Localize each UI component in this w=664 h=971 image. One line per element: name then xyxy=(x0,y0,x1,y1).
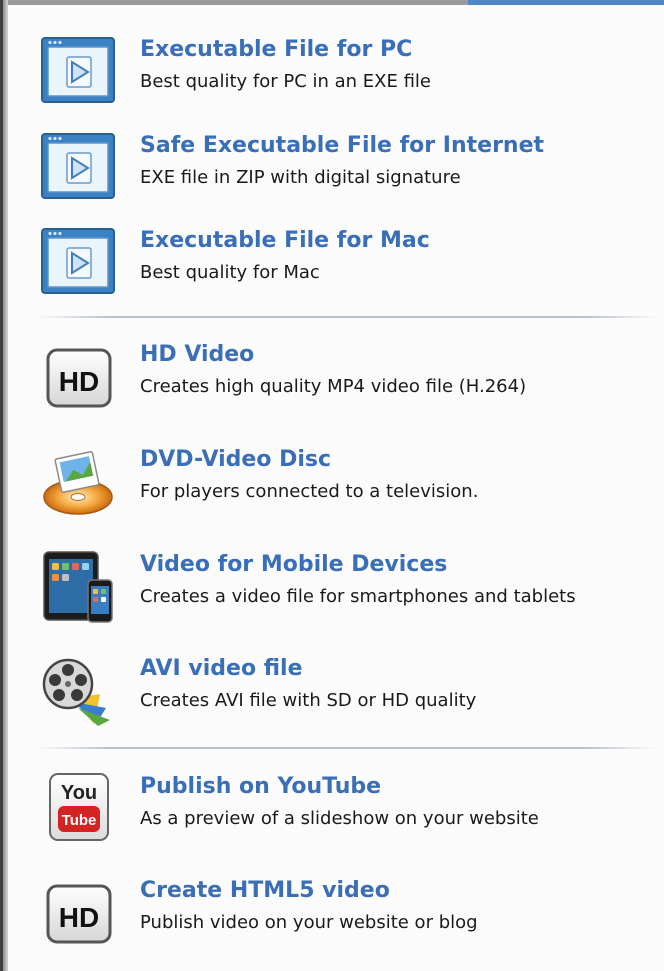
menu-item-title: Executable File for Mac xyxy=(140,228,430,253)
menu-item-description: Creates a video file for smartphones and… xyxy=(140,586,576,607)
menu-item-description: As a preview of a slideshow on your webs… xyxy=(140,808,539,829)
menu-item-title: HD Video xyxy=(140,342,255,367)
youtube-tube-label: Tube xyxy=(62,812,97,829)
menu-item-executable-mac[interactable]: Executable File for Mac Best quality for… xyxy=(40,226,660,306)
menu-item-executable-pc[interactable]: Executable File for PC Best quality for … xyxy=(40,35,660,115)
executable-window-icon xyxy=(41,228,115,294)
menu-item-executable-internet[interactable]: Safe Executable File for Internet EXE fi… xyxy=(40,131,660,211)
hd-icon: HD xyxy=(46,348,112,408)
menu-item-title: Video for Mobile Devices xyxy=(140,552,448,577)
menu-item-description: EXE file in ZIP with digital signature xyxy=(140,167,461,188)
hd-label: HD xyxy=(59,366,99,397)
dvd-disc-icon xyxy=(43,451,113,515)
menu-item-title: Create HTML5 video xyxy=(140,878,390,903)
menu-item-description: Creates high quality MP4 video file (H.2… xyxy=(140,376,527,397)
menu-left-border xyxy=(0,0,8,971)
menu-item-description: Best quality for Mac xyxy=(140,262,320,283)
menu-item-title: AVI video file xyxy=(140,656,303,681)
menu-item-description: Creates AVI file with SD or HD quality xyxy=(140,690,477,711)
menu-item-title: Executable File for PC xyxy=(140,37,413,62)
menu-separator xyxy=(36,747,658,749)
menu-item-title: Publish on YouTube xyxy=(140,774,382,799)
menu-item-html5-video[interactable]: HD Create HTML5 video Publish video on y… xyxy=(40,876,660,956)
hd-label: HD xyxy=(59,902,99,933)
film-reel-icon xyxy=(42,658,110,726)
menu-item-hd-video[interactable]: HD HD Video Creates high quality MP4 vid… xyxy=(40,340,660,420)
menu-item-title: DVD-Video Disc xyxy=(140,447,332,472)
executable-window-icon xyxy=(41,37,115,103)
menu-item-description: Best quality for PC in an EXE file xyxy=(140,71,431,92)
menu-separator xyxy=(36,316,658,318)
youtube-icon: You Tube xyxy=(49,773,109,841)
menu-item-description: For players connected to a television. xyxy=(140,481,479,502)
menu-item-avi-video[interactable]: AVI video file Creates AVI file with SD … xyxy=(40,654,660,734)
menu-item-title: Safe Executable File for Internet xyxy=(140,133,545,158)
menu-item-description: Publish video on your website or blog xyxy=(140,912,478,933)
executable-window-icon xyxy=(41,133,115,199)
hd-icon: HD xyxy=(46,884,112,944)
mobile-devices-icon xyxy=(43,551,113,623)
menu-item-dvd-video[interactable]: DVD-Video Disc For players connected to … xyxy=(40,445,660,525)
menu-item-mobile-devices[interactable]: Video for Mobile Devices Creates a video… xyxy=(40,550,660,630)
menu-item-youtube[interactable]: You Tube Publish on YouTube As a preview… xyxy=(40,772,660,852)
export-menu-panel: Executable File for PC Best quality for … xyxy=(8,5,664,971)
youtube-you-label: You xyxy=(61,782,97,804)
